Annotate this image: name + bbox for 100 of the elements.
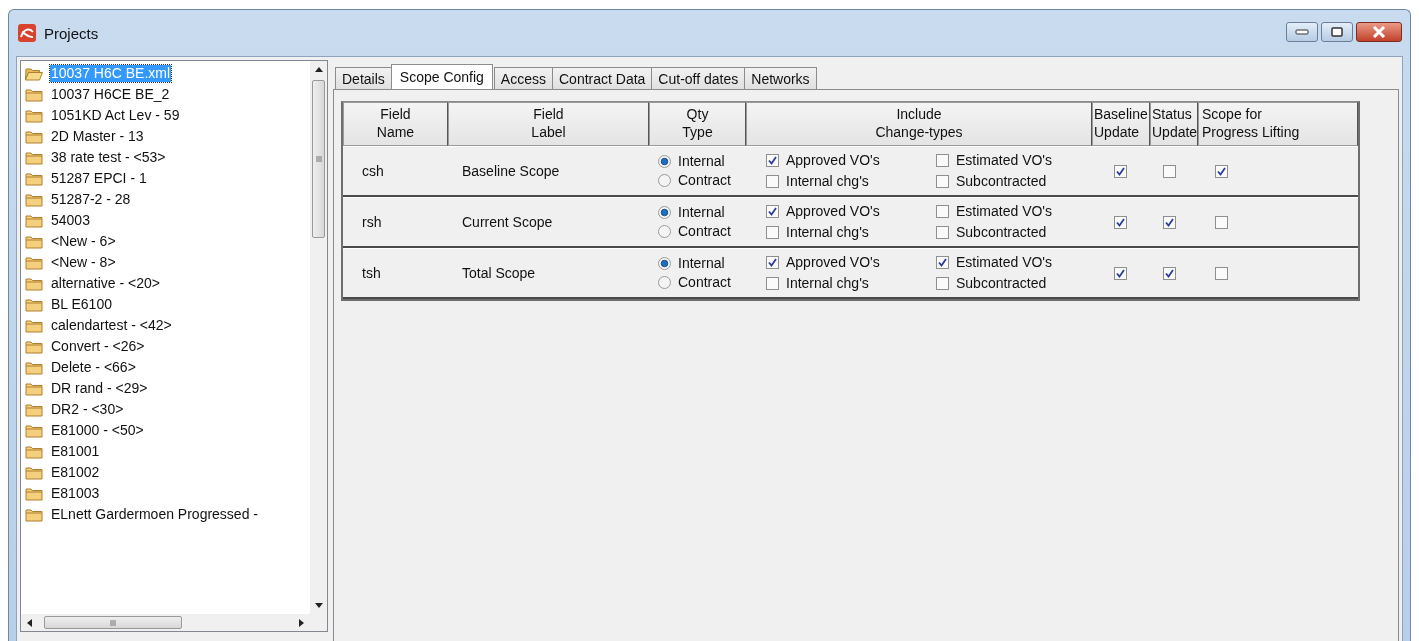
checkbox[interactable] [766,175,779,188]
radio-option[interactable]: Contract [658,273,731,292]
checkbox-option[interactable]: Estimated VO's [936,202,1106,221]
project-item[interactable]: E81003 [25,483,310,504]
checkbox[interactable] [766,226,779,239]
folder-icon [25,360,43,375]
project-item[interactable]: E81000 - <50> [25,420,310,441]
checkbox[interactable] [766,154,779,167]
radio-button[interactable] [658,225,671,238]
vertical-scrollbar[interactable] [310,61,327,614]
close-button[interactable] [1356,22,1402,42]
checkbox[interactable] [1163,266,1176,280]
checkbox-option[interactable]: Subcontracted [936,223,1106,242]
project-item[interactable]: 2D Master - 13 [25,126,310,147]
project-item[interactable]: 1051KD Act Lev - 59 [25,105,310,126]
checkbox[interactable] [1215,164,1228,178]
checkbox[interactable] [936,154,949,167]
checkbox-option[interactable]: Estimated VO's [936,253,1106,272]
project-item[interactable]: BL E6100 [25,294,310,315]
app-logo-icon [18,24,36,42]
radio-option[interactable]: Internal [658,152,725,171]
folder-icon [25,276,43,291]
project-item[interactable]: calendartest - <42> [25,315,310,336]
checkbox-option[interactable]: Estimated VO's [936,151,1106,170]
radio-button[interactable] [658,276,671,289]
checkbox-option[interactable]: Approved VO's [766,151,936,170]
checkbox[interactable] [1114,215,1127,229]
project-item[interactable]: 51287-2 - 28 [25,189,310,210]
radio-button[interactable] [658,174,671,187]
checkbox-option[interactable]: Approved VO's [766,202,936,221]
checkbox-option[interactable]: Internal chg's [766,274,936,293]
folder-icon [25,444,43,459]
project-item[interactable]: Delete - <66> [25,357,310,378]
scrollbar-thumb[interactable] [312,80,325,238]
folder-icon [25,192,43,207]
tab[interactable]: Contract Data [552,67,653,89]
checkbox[interactable] [1215,266,1228,280]
project-item[interactable]: E81002 [25,462,310,483]
checkbox-option[interactable]: Internal chg's [766,172,936,191]
maximize-button[interactable] [1321,22,1353,42]
folder-icon [25,486,43,501]
checkbox[interactable] [936,175,949,188]
project-item[interactable]: alternative - <20> [25,273,310,294]
column-header: Qty Type [649,102,746,146]
folder-icon [25,234,43,249]
radio-option[interactable]: Internal [658,203,725,222]
project-item[interactable]: E81001 [25,441,310,462]
checkbox[interactable] [766,205,779,218]
project-item[interactable]: 38 rate test - <53> [25,147,310,168]
checkbox[interactable] [936,226,949,239]
column-header: Baseline Update [1092,102,1150,146]
checkbox-option[interactable]: Subcontracted [936,274,1106,293]
scrollbar-thumb[interactable] [44,616,182,629]
tab[interactable]: Access [493,67,553,89]
tab[interactable]: Details [335,67,392,89]
tab[interactable]: Cut-off dates [651,67,746,89]
scroll-right-icon[interactable] [299,618,304,627]
radio-button[interactable] [658,257,671,270]
checkbox[interactable] [936,205,949,218]
project-item[interactable]: DR2 - <30> [25,399,310,420]
checkbox[interactable] [1114,266,1127,280]
project-item[interactable]: 54003 [25,210,310,231]
checkbox-option[interactable]: Internal chg's [766,223,936,242]
radio-button[interactable] [658,155,671,168]
maximize-icon [1330,27,1344,37]
checkbox[interactable] [1114,164,1127,178]
checkbox[interactable] [766,256,779,269]
radio-option[interactable]: Contract [658,171,731,190]
project-item[interactable]: 10037 H6CE BE_2 [25,84,310,105]
tab[interactable]: Networks [744,67,817,89]
checkbox[interactable] [766,277,779,290]
folder-icon [25,129,43,144]
checkbox[interactable] [1163,215,1176,229]
radio-option[interactable]: Internal [658,254,725,273]
radio-button[interactable] [658,206,671,219]
minimize-button[interactable] [1286,22,1318,42]
checkbox[interactable] [936,277,949,290]
project-item[interactable]: <New - 8> [25,252,310,273]
folder-icon [25,87,43,102]
folder-icon [25,423,43,438]
project-item[interactable]: 51287 EPCI - 1 [25,168,310,189]
scroll-up-icon[interactable] [314,67,323,72]
scroll-down-icon[interactable] [314,603,323,608]
radio-option[interactable]: Contract [658,222,731,241]
checkbox[interactable] [1215,215,1228,229]
horizontal-scrollbar[interactable] [21,614,310,631]
tab[interactable]: Scope Config [390,64,493,89]
field-label: Baseline Scope [462,163,560,179]
project-item[interactable]: DR rand - <29> [25,378,310,399]
checkbox[interactable] [1163,164,1176,178]
checkbox-option[interactable]: Subcontracted [936,172,1106,191]
project-item[interactable]: ELnett Gardermoen Progressed - [25,504,310,525]
project-item[interactable]: Convert - <26> [25,336,310,357]
scroll-left-icon[interactable] [27,618,32,627]
checkbox-option[interactable]: Approved VO's [766,253,936,272]
folder-icon [25,318,43,333]
field-label: Total Scope [462,265,536,281]
project-item[interactable]: <New - 6> [25,231,310,252]
folder-icon [25,507,43,522]
checkbox[interactable] [936,256,949,269]
